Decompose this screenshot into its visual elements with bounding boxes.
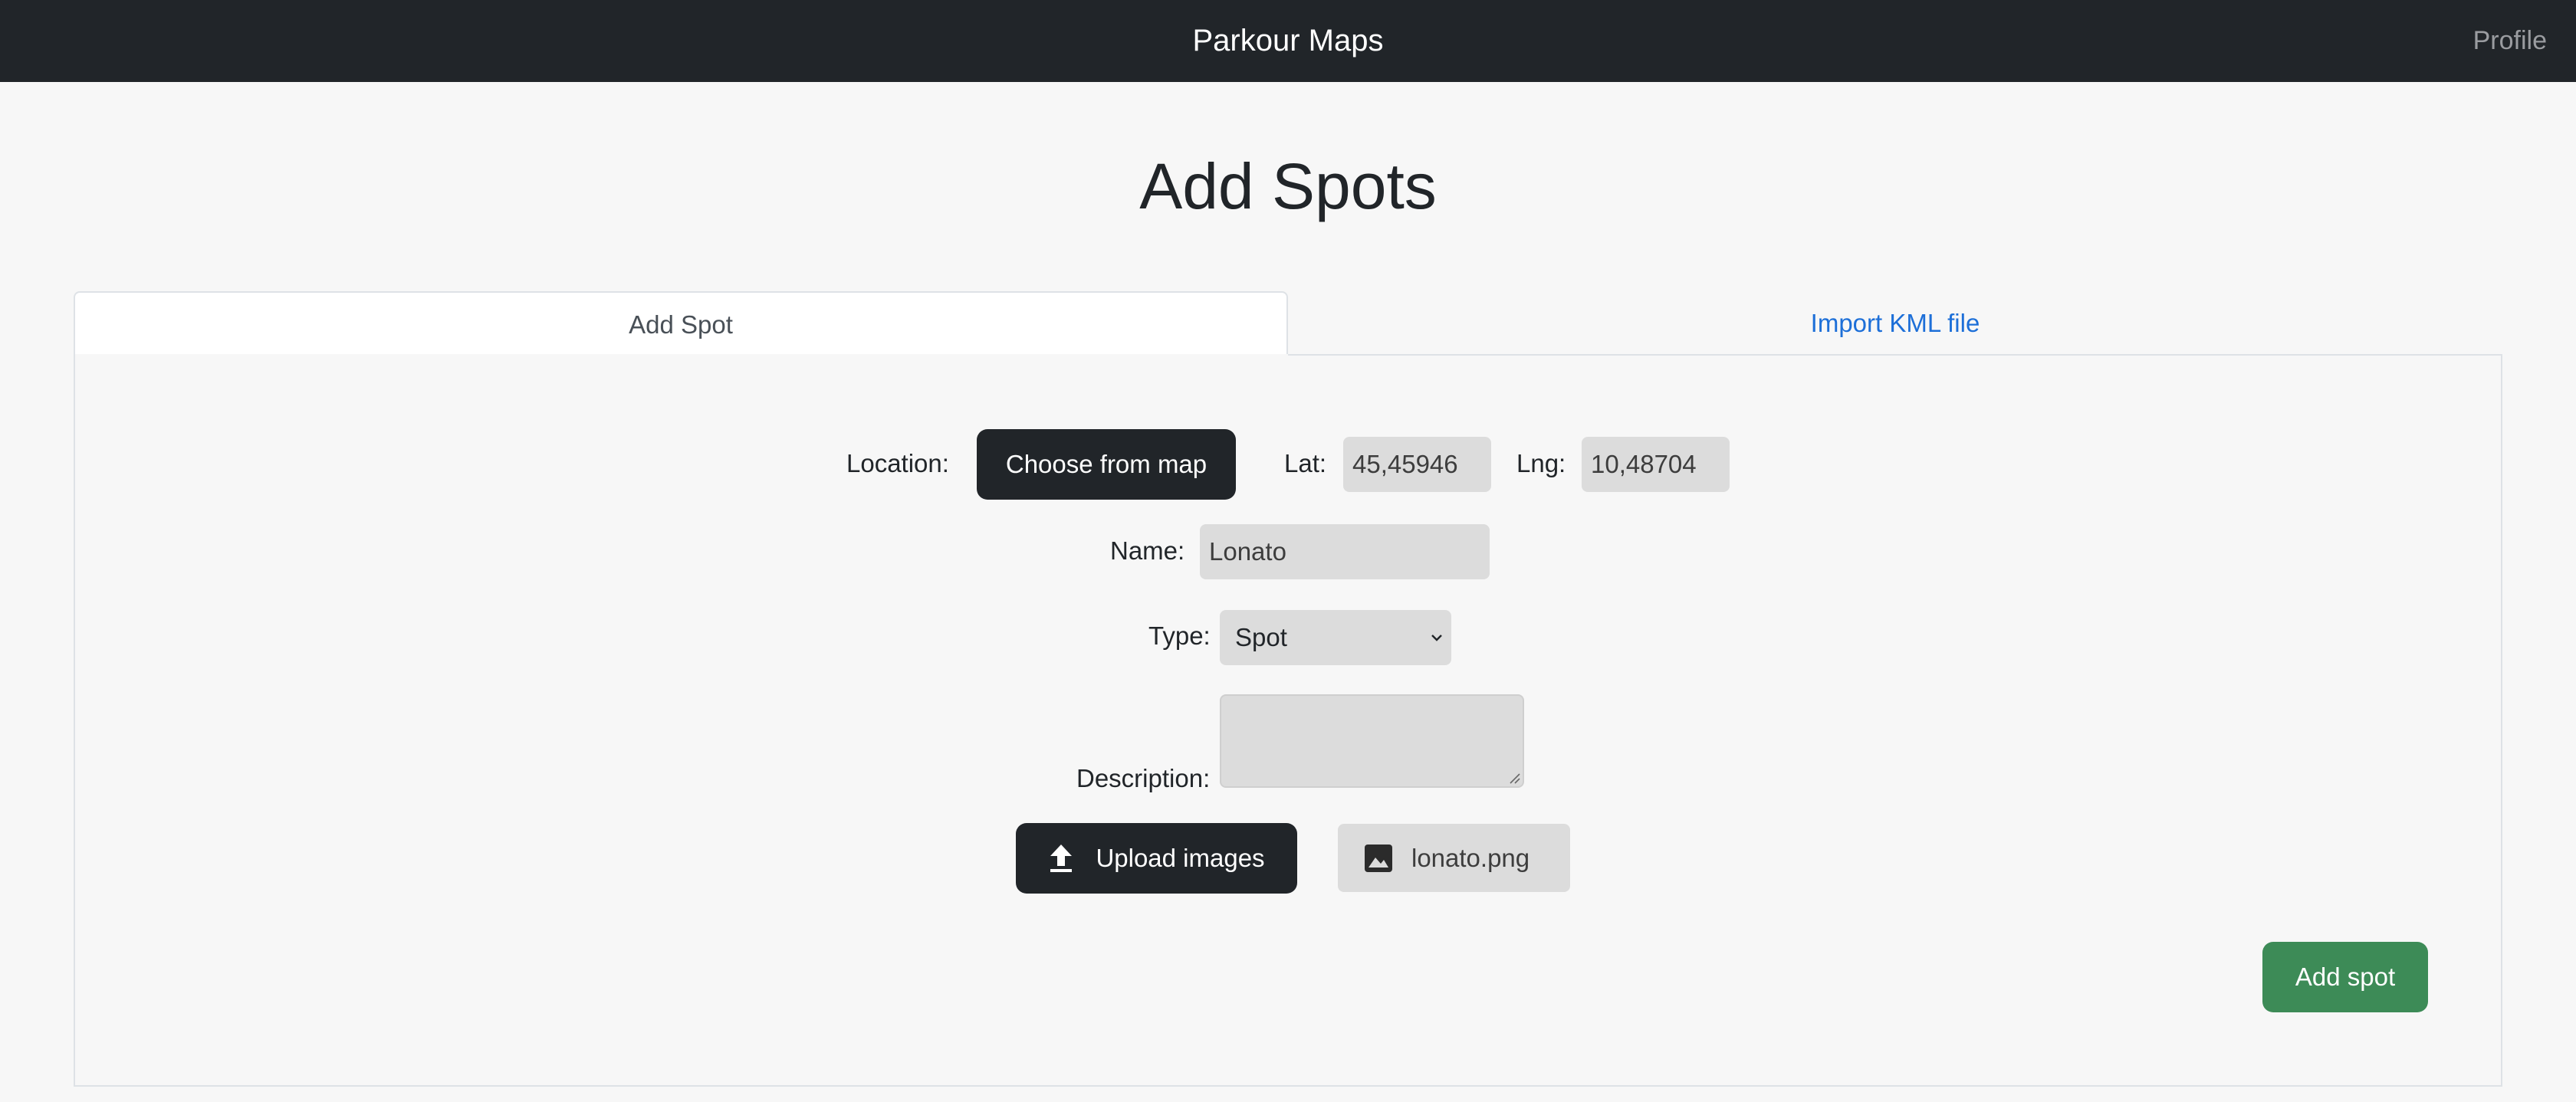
tab-bar: Add Spot Import KML file [74, 291, 2502, 357]
profile-link[interactable]: Profile [2473, 0, 2547, 82]
type-select[interactable]: Spot [1220, 610, 1451, 665]
choose-from-map-button[interactable]: Choose from map [977, 429, 1236, 500]
page-title: Add Spots [1139, 150, 1437, 222]
uploaded-file-name: lonato.png [1411, 843, 1530, 872]
resize-handle-icon[interactable] [1507, 771, 1521, 785]
chevron-down-icon [1431, 635, 1442, 641]
description-textarea[interactable] [1220, 694, 1524, 788]
lng-input[interactable]: 10,48704 [1582, 437, 1730, 492]
app-title: Parkour Maps [1192, 24, 1384, 57]
name-input[interactable]: Lonato [1200, 524, 1490, 579]
description-label: Description: [1076, 764, 1211, 792]
upload-icon [1050, 845, 1073, 872]
tab-import-kml[interactable]: Import KML file [1288, 291, 2502, 356]
lng-label: Lng: [1516, 449, 1566, 477]
lat-input[interactable]: 45,45946 [1343, 437, 1491, 492]
uploaded-file-chip: lonato.png [1338, 824, 1570, 892]
type-label: Type: [1148, 622, 1211, 650]
image-icon [1365, 844, 1392, 872]
upload-images-button[interactable]: Upload images [1016, 823, 1297, 894]
add-spot-button[interactable]: Add spot [2262, 942, 2428, 1012]
lat-label: Lat: [1284, 449, 1327, 477]
type-select-value: Spot [1235, 623, 1287, 651]
navbar: Parkour Maps Profile [0, 0, 2576, 82]
divider [1288, 354, 2502, 356]
location-label: Location: [846, 449, 949, 477]
tab-add-spot[interactable]: Add Spot [74, 291, 1288, 357]
name-label: Name: [1110, 536, 1185, 565]
upload-images-label: Upload images [1096, 844, 1265, 872]
